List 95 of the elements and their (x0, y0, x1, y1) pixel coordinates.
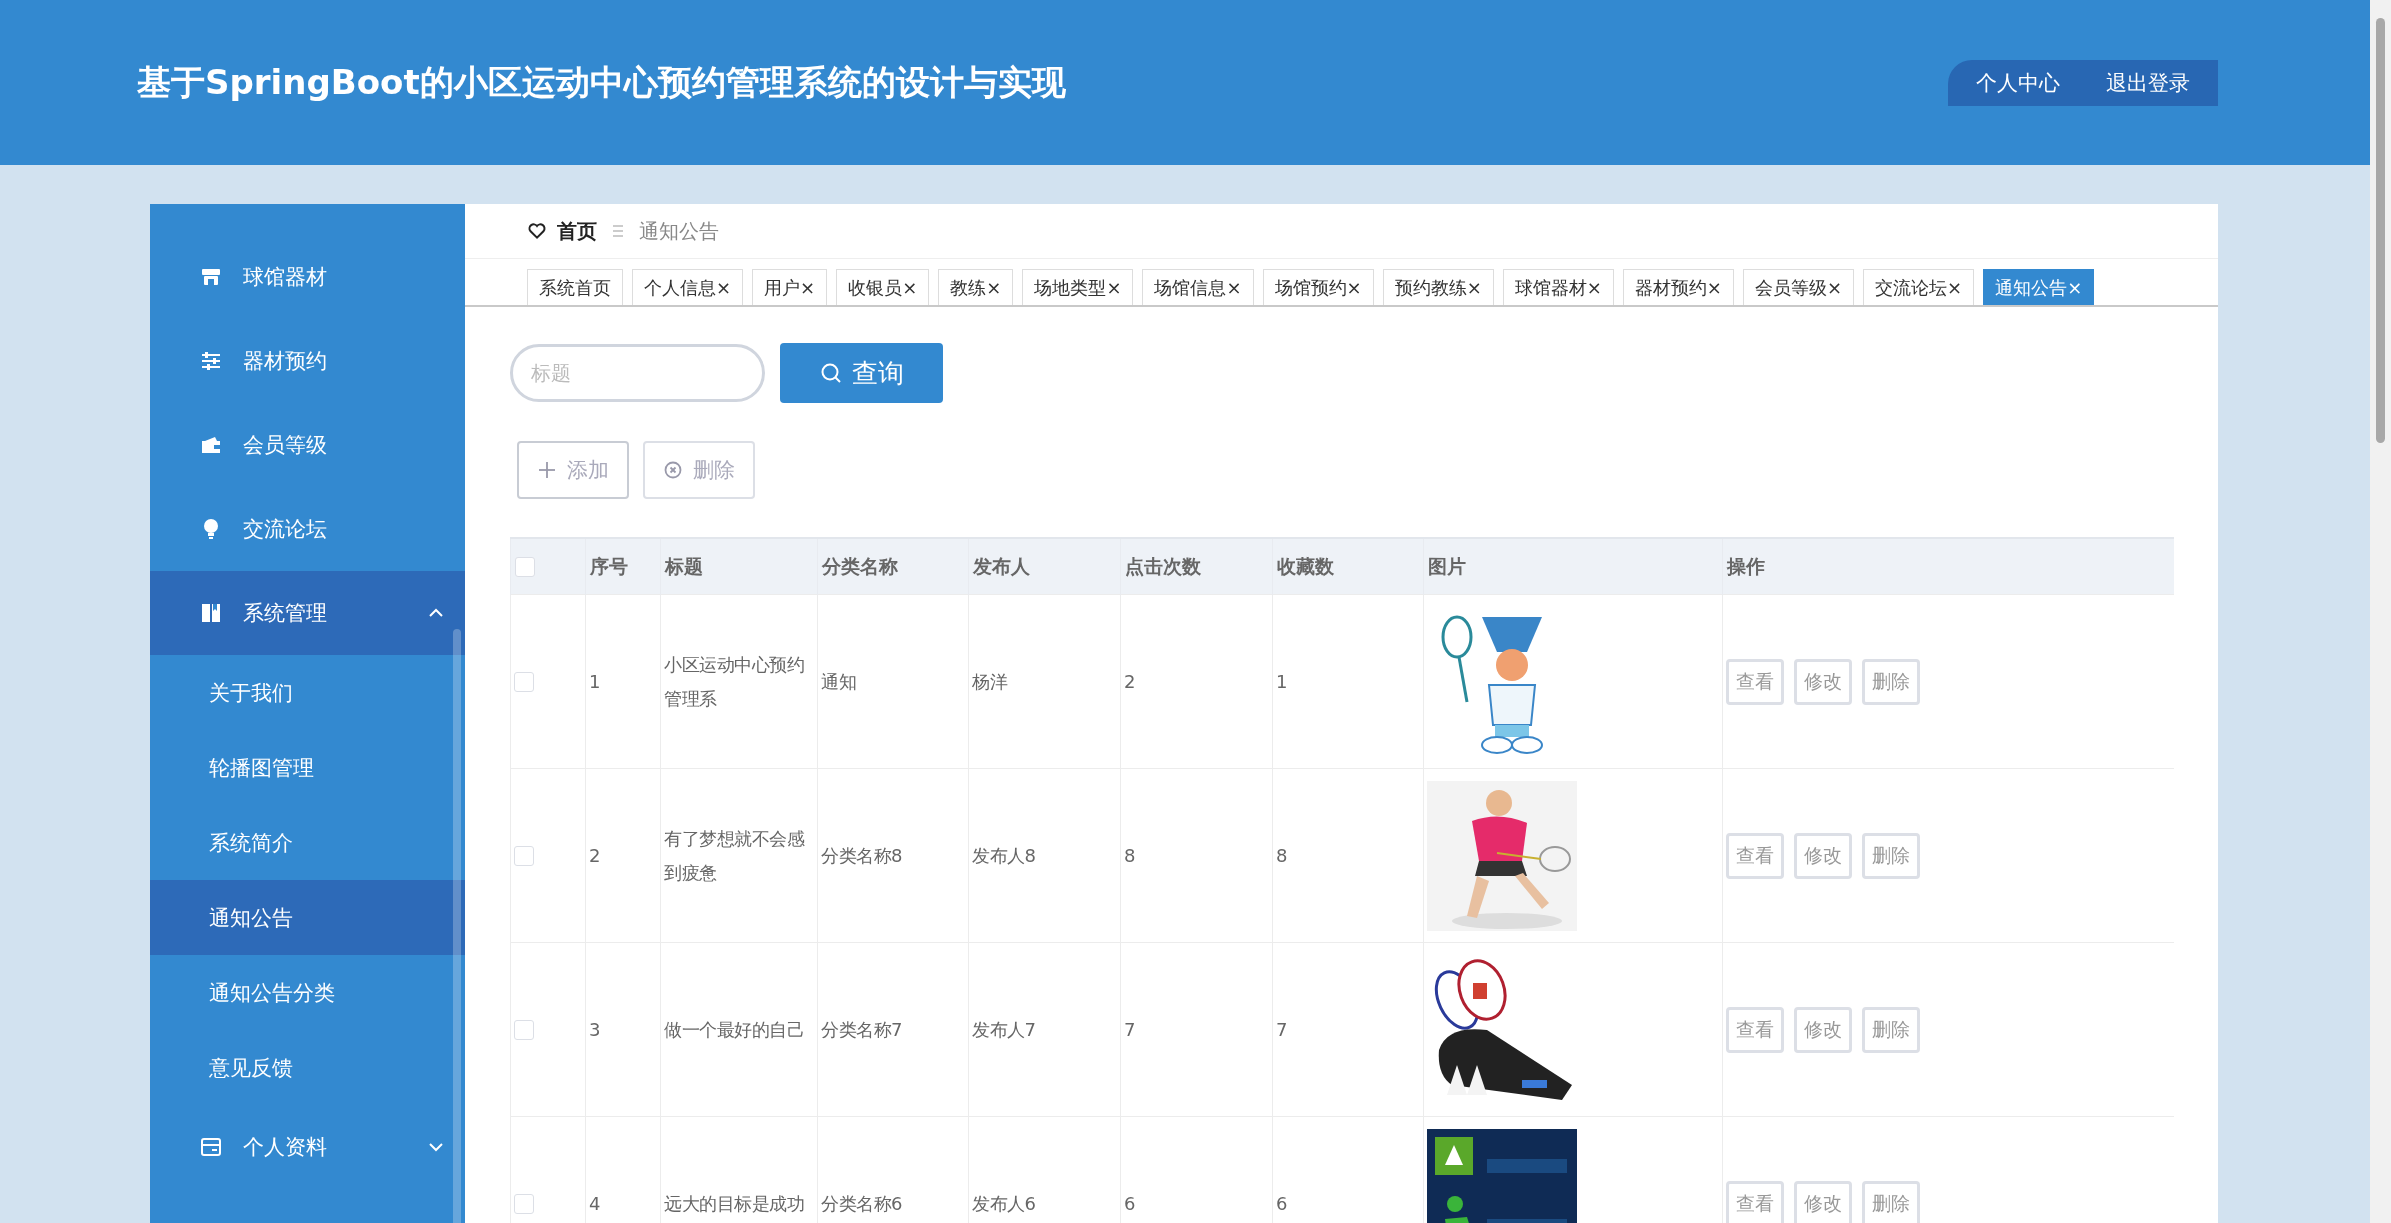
table-cell-text: 发布人8 (972, 843, 1037, 868)
page-tab[interactable]: 场馆信息× (1142, 269, 1254, 305)
page-tab[interactable]: 场馆预约× (1262, 269, 1374, 305)
column-header: 分类名称 (817, 538, 969, 595)
row-checkbox[interactable] (514, 1193, 534, 1214)
menu-item-icon (199, 1135, 223, 1159)
table-cell-text: 6 (1276, 1191, 1288, 1216)
menu-item-icon (199, 601, 223, 625)
sidebar-item[interactable]: 交流论坛 (150, 487, 465, 571)
scrollbar-thumb[interactable] (2376, 18, 2385, 443)
table-cell-text: 4 (589, 1191, 601, 1216)
breadcrumb-current: 通知公告 (639, 217, 719, 245)
table-cell-text: 发布人6 (972, 1191, 1037, 1216)
table-cell-text: 杨洋 (972, 669, 1009, 694)
table-cell-text: 2 (1124, 669, 1136, 694)
table-cell-text: 做一个最好的自己 (664, 1017, 805, 1042)
table-cell-text: 分类名称8 (821, 843, 903, 868)
table-cell-text: 分类名称6 (821, 1191, 903, 1216)
submenu-item[interactable]: 系统简介 (150, 805, 465, 880)
page-tab[interactable]: 教练× (938, 269, 1014, 305)
submenu-item[interactable]: 关于我们 (150, 655, 465, 730)
delete-button[interactable]: 删除 (643, 441, 755, 499)
column-header: 序号 (585, 538, 661, 595)
title-search-field[interactable]: 标题 (510, 344, 765, 402)
column-header: 发布人 (968, 538, 1121, 595)
table-cell-text: 1 (1276, 669, 1288, 694)
submenu-item[interactable]: 意见反馈 (150, 1030, 465, 1105)
table-cell-text: 3 (589, 1017, 601, 1042)
search-icon (819, 362, 842, 384)
view-button[interactable]: 查看 (1726, 1006, 1784, 1053)
page-tab[interactable]: 器材预约× (1622, 269, 1734, 305)
page-tab[interactable]: 用户× (752, 269, 828, 305)
close-circle-icon (663, 460, 683, 480)
breadcrumb-home[interactable]: 首页 (557, 217, 597, 245)
table-cell-text: 分类名称7 (821, 1017, 903, 1042)
submenu-item[interactable]: 通知公告 (150, 880, 465, 955)
separator-icon (611, 224, 625, 238)
heart-icon (527, 221, 547, 241)
edit-button[interactable]: 修改 (1794, 658, 1852, 705)
table-cell-text: 远大的目标是成功 (664, 1191, 805, 1216)
row-checkbox[interactable] (514, 1019, 534, 1040)
sidebar-item[interactable]: 会员等级 (150, 403, 465, 487)
delete-button[interactable]: 删除 (1862, 1006, 1920, 1053)
header-link[interactable]: 个人中心 (1976, 68, 2060, 97)
page-tab[interactable]: 球馆器材× (1502, 269, 1614, 305)
sidebar-item[interactable]: 器材预约 (150, 319, 465, 403)
delete-button[interactable]: 删除 (1862, 832, 1920, 879)
page-tab[interactable]: 系统首页 (527, 269, 623, 305)
view-button[interactable]: 查看 (1726, 832, 1784, 879)
table-cell-text: 8 (1124, 843, 1136, 868)
table-cell-text: 7 (1124, 1017, 1136, 1042)
page-scrollbar[interactable] (2370, 0, 2391, 1223)
table-cell-text: 有了梦想就不会感到疲惫 (664, 827, 806, 885)
delete-button[interactable]: 删除 (1862, 1180, 1920, 1223)
column-header: 点击次数 (1120, 538, 1273, 595)
sidebar-item[interactable]: 球馆器材 (150, 235, 465, 319)
add-button[interactable]: 添加 (517, 441, 629, 499)
sidebar-item[interactable]: 个人资料 (150, 1105, 465, 1189)
table-cell-text: 6 (1124, 1191, 1136, 1216)
page-tab[interactable]: 通知公告× (1983, 269, 2095, 305)
table-cell-text: 1 (589, 669, 601, 694)
menu-item-icon (199, 349, 223, 373)
header-link[interactable]: 退出登录 (2106, 68, 2190, 97)
table-cell-text: 小区运动中心预约管理系 (664, 653, 805, 711)
column-header: 操作 (1722, 538, 2174, 595)
row-checkbox[interactable] (514, 671, 534, 692)
row-checkbox[interactable] (514, 845, 534, 866)
delete-button[interactable]: 删除 (1862, 658, 1920, 705)
table-cell-text: 发布人7 (972, 1017, 1037, 1042)
view-button[interactable]: 查看 (1726, 658, 1784, 705)
sidebar-item[interactable]: 系统管理 (150, 571, 465, 655)
select-all-checkbox[interactable] (515, 556, 535, 577)
page-tab[interactable]: 场地类型× (1022, 269, 1134, 305)
table-cell-text: 7 (1276, 1017, 1288, 1042)
page-tab[interactable]: 预约教练× (1382, 269, 1494, 305)
page-tab[interactable]: 会员等级× (1742, 269, 1855, 305)
page-tab[interactable]: 交流论坛× (1863, 269, 1975, 305)
page-tab[interactable]: 收银员× (836, 269, 930, 305)
edit-button[interactable]: 修改 (1794, 1006, 1852, 1053)
table-cell-text: 8 (1276, 843, 1288, 868)
table-cell-text: 2 (589, 843, 601, 868)
column-header: 标题 (660, 538, 818, 595)
search-button[interactable]: 查询 (780, 343, 943, 403)
submenu-item[interactable]: 轮播图管理 (150, 730, 465, 805)
column-header: 图片 (1423, 538, 1723, 595)
page-tab[interactable]: 个人信息× (632, 269, 744, 305)
view-button[interactable]: 查看 (1726, 1180, 1784, 1223)
plus-icon (537, 460, 557, 480)
edit-button[interactable]: 修改 (1794, 832, 1852, 879)
edit-button[interactable]: 修改 (1794, 1180, 1852, 1223)
column-header: 收藏数 (1272, 538, 1424, 595)
app-title: 基于SpringBoot的小区运动中心预约管理系统的设计与实现 (137, 60, 1067, 104)
submenu-item[interactable]: 通知公告分类 (150, 955, 465, 1030)
sidebar-scrollbar[interactable] (453, 629, 461, 1223)
table-cell-text: 通知 (821, 669, 857, 694)
